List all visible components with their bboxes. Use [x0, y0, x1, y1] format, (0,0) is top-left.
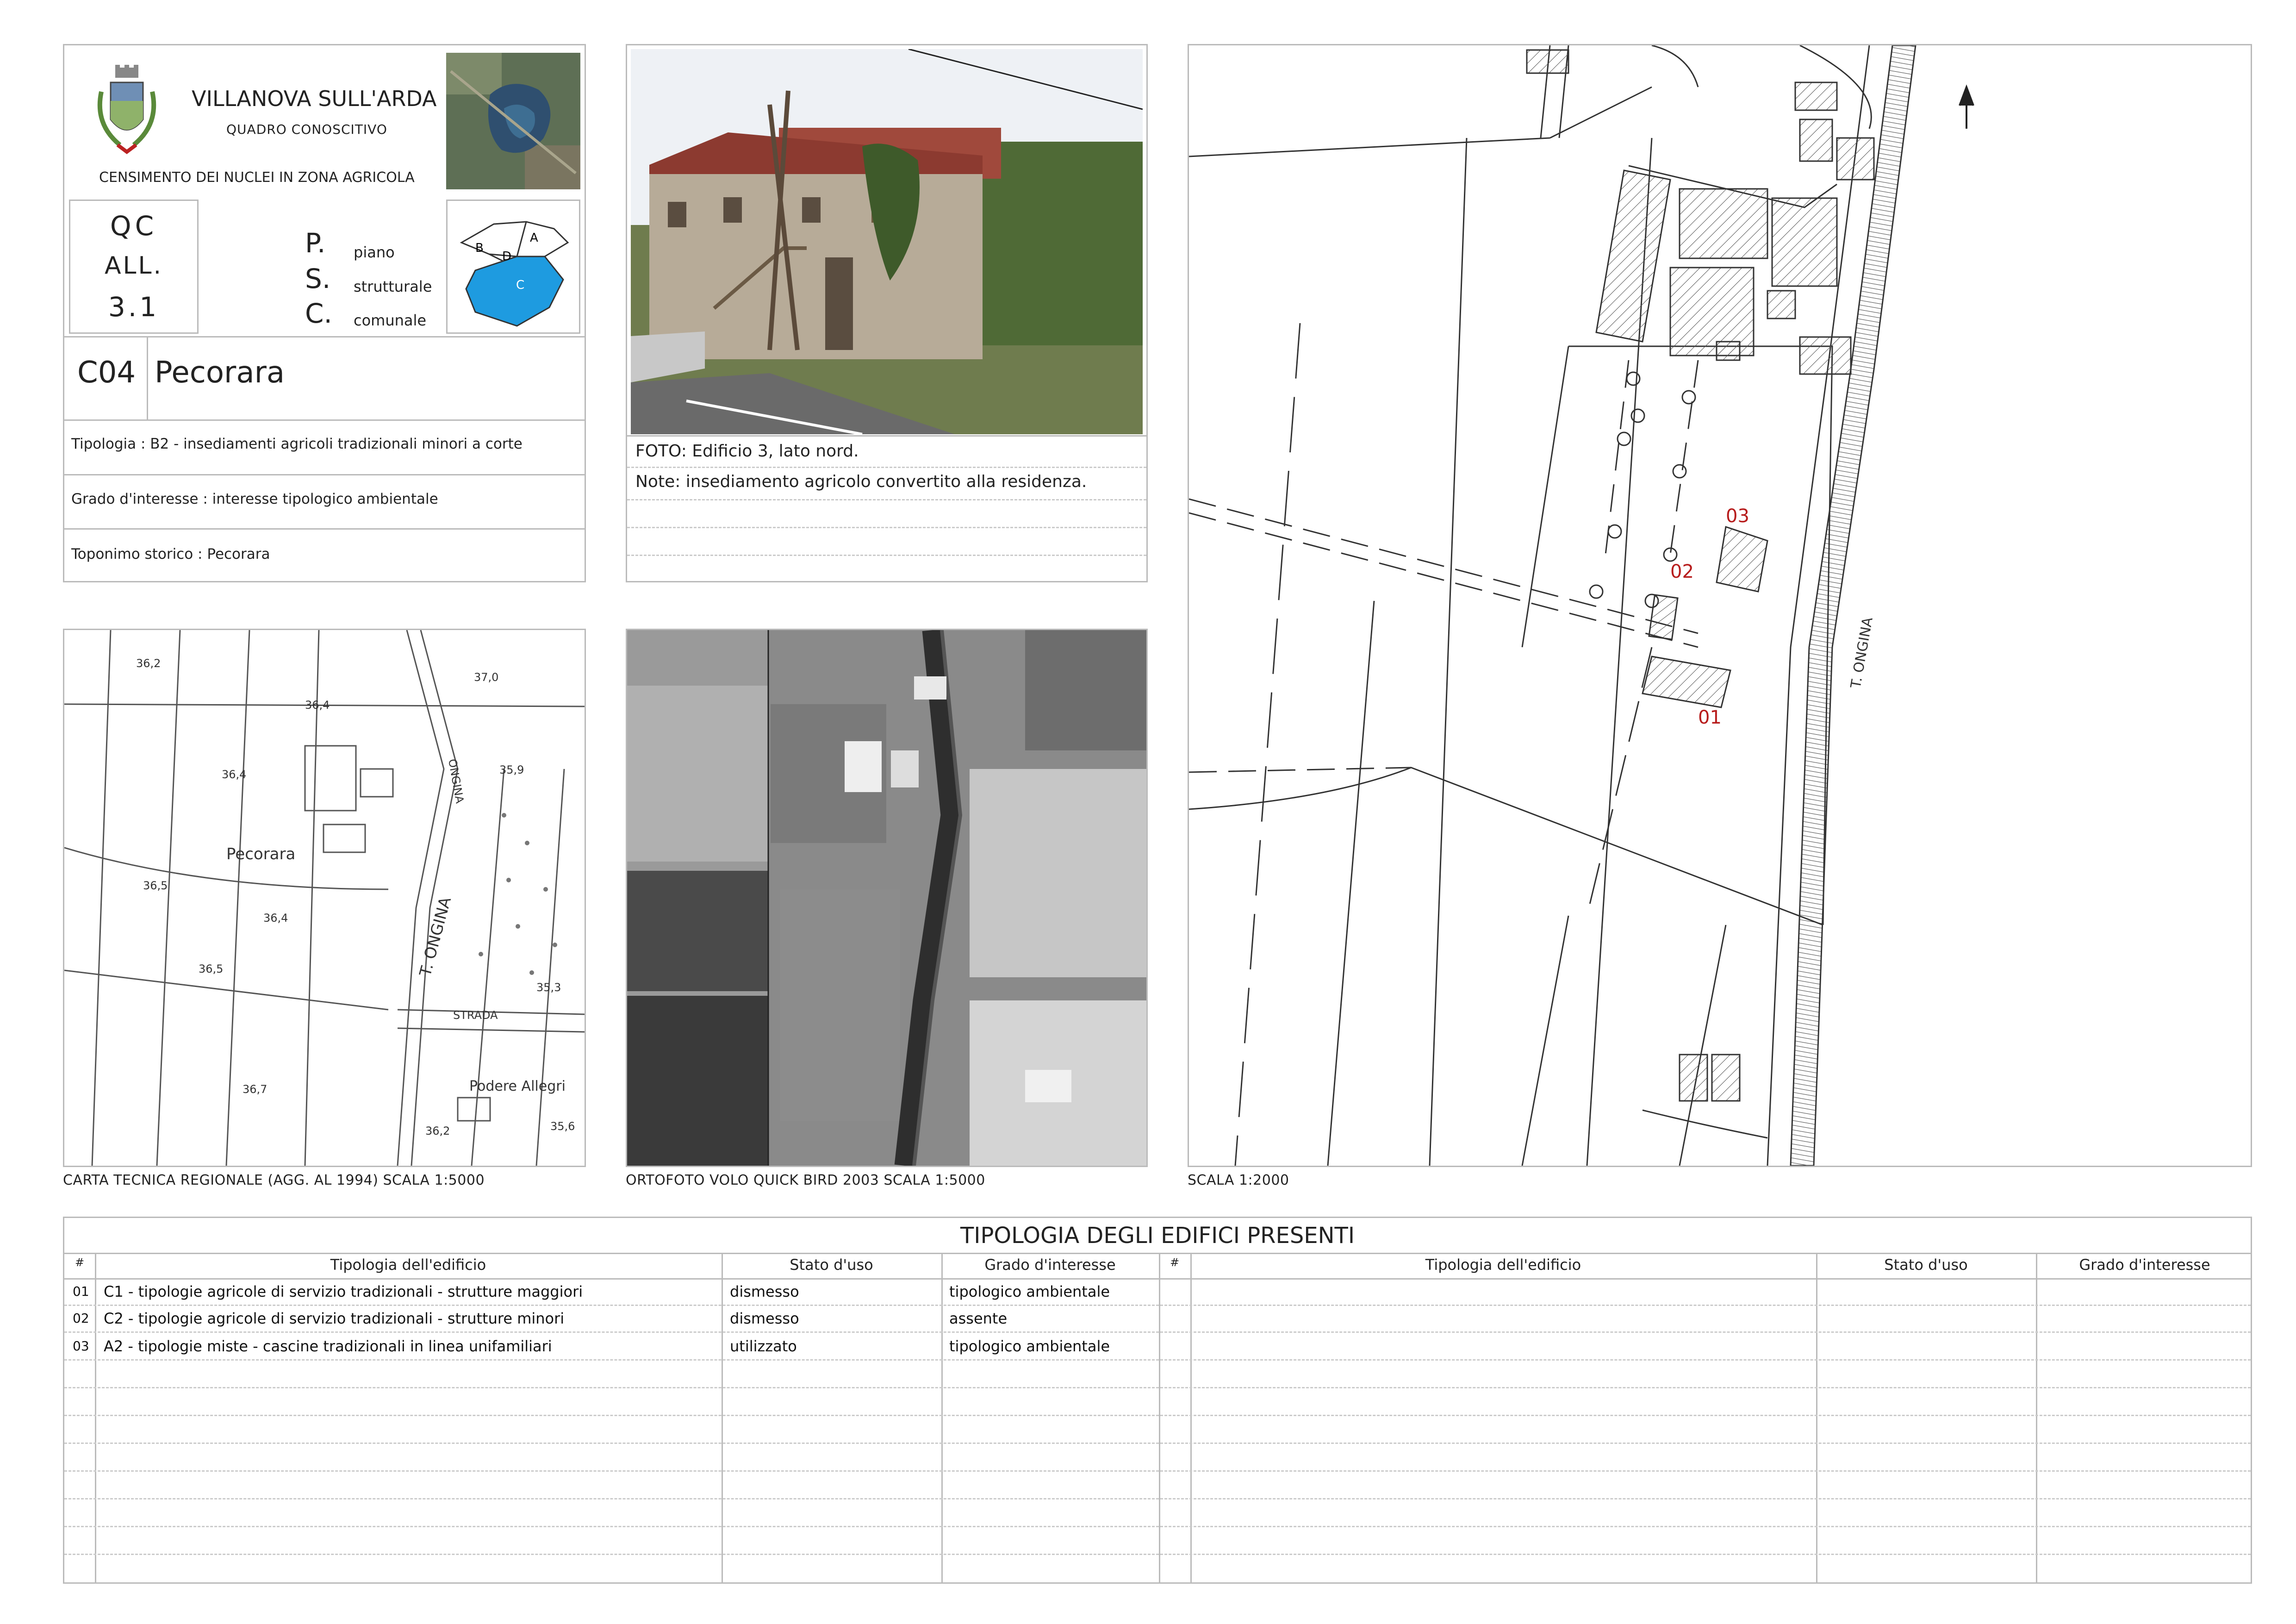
- col-header-stato: Stato d'uso: [790, 1256, 873, 1274]
- psc-word-comunale: comunale: [354, 312, 427, 329]
- col-header-grado-2: Grado d'interesse: [2079, 1256, 2210, 1274]
- plan-river-label: T. ONGINA: [1848, 616, 1876, 690]
- toponimo-row: Toponimo storico : Pecorara: [71, 546, 270, 562]
- col-header-tipologia-2: Tipologia dell'edificio: [1425, 1256, 1581, 1274]
- col-header-stato-2: Stato d'uso: [1884, 1256, 1968, 1274]
- ctr-label-359: 35,9: [499, 763, 524, 776]
- ctr-label-356: 35,6: [550, 1120, 575, 1133]
- row-tipologia: C1 - tipologie agricole di servizio trad…: [104, 1283, 583, 1300]
- row-number: 02: [73, 1311, 89, 1326]
- table-title: TIPOLOGIA DEGLI EDIFICI PRESENTI: [960, 1223, 1355, 1249]
- row-grado: tipologico ambientale: [949, 1283, 1110, 1300]
- ctr-label-362a: 36,2: [136, 657, 161, 670]
- ctr-label-ongina: ONGINA: [446, 758, 467, 805]
- photo-note: Note: insediamento agricolo convertito a…: [635, 472, 1087, 491]
- ctr-label-365a: 36,5: [143, 879, 168, 892]
- zone-label-d: D: [502, 250, 511, 263]
- header-subtitle: QUADRO CONOSCITIVO: [226, 122, 387, 137]
- ctr-label-367: 36,7: [243, 1083, 267, 1096]
- ctr-label-353: 35,3: [536, 981, 561, 994]
- zone-label-c: C: [516, 278, 524, 292]
- ctr-label-364b: 36,4: [222, 768, 246, 781]
- row-stato: dismesso: [730, 1283, 799, 1300]
- municipality-name: VILLANOVA SULL'ARDA: [192, 86, 437, 111]
- row-stato: utilizzato: [730, 1337, 797, 1355]
- building-photo: [631, 49, 1143, 434]
- qc-label: QC: [110, 210, 158, 242]
- zone-map-icon: A B C D: [460, 221, 569, 327]
- page: { "header": { "municipality": "VILLANOVA…: [0, 0, 2296, 1624]
- site-plan: 03 02 01 T. ONGINA: [1188, 44, 2252, 1167]
- zone-label-b: B: [475, 241, 484, 255]
- plan-building-label-01: 01: [1698, 707, 1722, 728]
- row-grado: assente: [949, 1310, 1008, 1327]
- psc-word-piano: piano: [354, 244, 395, 261]
- col-header-grado: Grado d'interesse: [984, 1256, 1116, 1274]
- col-header-num: #: [75, 1256, 85, 1269]
- plan-building-label-03: 03: [1726, 506, 1749, 527]
- tipologia-row: Tipologia : B2 - insediamenti agricoli t…: [71, 436, 523, 452]
- photo-card: FOTO: Edificio 3, lato nord. Note: insed…: [626, 44, 1148, 582]
- ctr-label-t-ongina: T. ONGINA: [416, 895, 455, 979]
- census-title: CENSIMENTO DEI NUCLEI IN ZONA AGRICOLA: [99, 169, 415, 186]
- zone-label-a: A: [530, 231, 538, 245]
- ctr-map-drawing: 36,2 36,4 37,0 36,4 35,9 Pecorara 36,5 3…: [64, 630, 585, 1166]
- row-stato: dismesso: [730, 1310, 799, 1327]
- psc-letter-p: P.: [305, 227, 326, 259]
- row-grado: tipologico ambientale: [949, 1337, 1110, 1355]
- satellite-thumbnail: [446, 53, 580, 189]
- col-header-num-2: #: [1170, 1256, 1180, 1269]
- zone-map-box: A B C D: [446, 200, 580, 334]
- ctr-caption: CARTA TECNICA REGIONALE (AGG. AL 1994) S…: [63, 1172, 485, 1188]
- ctr-label-365b: 36,5: [199, 962, 223, 975]
- orthophoto-image: [627, 629, 1146, 1167]
- row-tipologia: C2 - tipologie agricole di servizio trad…: [104, 1310, 565, 1327]
- site-code: C04: [77, 356, 136, 390]
- orthophoto: [626, 629, 1148, 1167]
- ortho-caption: ORTOFOTO VOLO QUICK BIRD 2003 SCALA 1:50…: [626, 1172, 985, 1188]
- qc-all-label: ALL.: [104, 252, 163, 280]
- row-tipologia: A2 - tipologie miste - cascine tradizion…: [104, 1337, 552, 1355]
- col-header-tipologia: Tipologia dell'edificio: [330, 1256, 486, 1274]
- ctr-label-strada: STRADA: [453, 1009, 498, 1022]
- qc-box: QC ALL. 3.1: [69, 200, 199, 334]
- ctr-label-364c: 36,4: [263, 912, 288, 924]
- ctr-label-364a: 36,4: [305, 699, 330, 712]
- ctr-label-podere-allegri: Podere Allegri: [469, 1078, 566, 1094]
- psc-letter-c: C.: [305, 298, 332, 329]
- plan-caption: SCALA 1:2000: [1188, 1172, 1289, 1188]
- coat-of-arms-icon: [97, 65, 156, 154]
- row-number: 01: [73, 1284, 89, 1299]
- psc-letter-s: S.: [305, 263, 331, 294]
- plan-building-label-02: 02: [1670, 561, 1694, 582]
- buildings-table: TIPOLOGIA DEGLI EDIFICI PRESENTI # Tipol…: [63, 1217, 2252, 1584]
- ctr-label-362b: 36,2: [425, 1124, 450, 1137]
- header-card: VILLANOVA SULL'ARDA QUADRO CONOSCITIVO C…: [63, 44, 586, 582]
- grado-row: Grado d'interesse : interesse tipologico…: [71, 491, 438, 507]
- site-name: Pecorara: [155, 356, 285, 390]
- ctr-map: 36,2 36,4 37,0 36,4 35,9 Pecorara 36,5 3…: [63, 629, 586, 1167]
- ctr-label-pecorara: Pecorara: [226, 845, 295, 863]
- psc-word-strutturale: strutturale: [354, 278, 432, 295]
- ctr-label-370: 37,0: [474, 671, 498, 684]
- site-plan-drawing: 03 02 01 T. ONGINA: [1188, 44, 1974, 1167]
- qc-number: 3.1: [108, 291, 160, 323]
- photo-caption: FOTO: Edificio 3, lato nord.: [635, 442, 859, 461]
- row-number: 03: [73, 1338, 89, 1354]
